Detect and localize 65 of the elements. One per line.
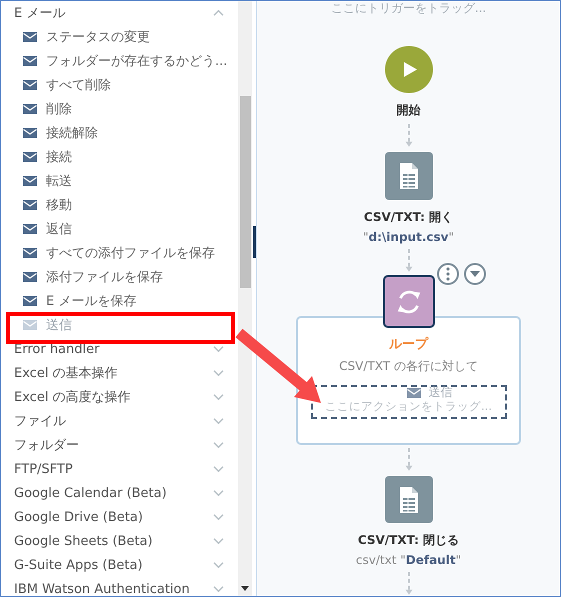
loop-title: ループ <box>389 336 428 354</box>
envelope-icon <box>23 320 37 330</box>
category-item[interactable]: G-Suite Apps (Beta) <box>1 553 238 577</box>
action-item[interactable]: 転送 <box>1 169 238 193</box>
dragged-item-label: 送信 <box>428 384 452 402</box>
resize-handle[interactable] <box>253 226 256 258</box>
category-item[interactable]: Google Calendar (Beta) <box>1 481 238 505</box>
category-item[interactable]: Excel の基本操作 <box>1 361 238 385</box>
action-item[interactable]: すべての添付ファイルを保存 <box>1 241 238 265</box>
action-item[interactable]: ステータスの変更 <box>1 25 238 49</box>
action-item[interactable]: 接続 <box>1 145 238 169</box>
more-icon <box>446 267 450 282</box>
action-item[interactable]: E メールを保存 <box>1 289 238 313</box>
category-item[interactable]: フォルダー <box>1 433 238 457</box>
connector-arrow <box>404 572 412 596</box>
action-item[interactable]: 削除 <box>1 97 238 121</box>
drop-placeholder: ここにアクションをトラッグ... <box>325 399 492 414</box>
scroll-down-arrow-icon[interactable] <box>241 586 249 591</box>
connector-arrow <box>404 248 412 272</box>
envelope-icon <box>23 224 37 234</box>
connector-arrow <box>404 448 412 472</box>
category-item[interactable]: Excel の高度な操作 <box>1 385 238 409</box>
category-item[interactable]: IBM Watson Authentication <box>1 577 238 596</box>
dropdown-button[interactable] <box>464 263 486 286</box>
action-tile[interactable] <box>384 476 432 524</box>
envelope-icon <box>23 56 37 66</box>
envelope-icon <box>23 152 37 162</box>
loop-tile[interactable] <box>382 275 434 328</box>
step-parameter: csv/txt "Default" <box>356 553 462 568</box>
action-item[interactable]: すべて削除 <box>1 73 238 97</box>
scrollbar-thumb[interactable] <box>240 96 251 288</box>
step-title: CSV/TXT: 開く <box>364 208 454 226</box>
category-item[interactable]: Google Drive (Beta) <box>1 505 238 529</box>
loop-container[interactable]: ループ CSV/TXT の各行に対して 送信 ここにアクションをトラッグ... <box>296 316 521 446</box>
action-item[interactable]: 接続解除 <box>1 121 238 145</box>
envelope-icon <box>23 248 37 258</box>
category-item[interactable]: Google Sheets (Beta) <box>1 529 238 553</box>
envelope-icon <box>23 200 37 210</box>
category-item[interactable]: FTP/SFTP <box>1 457 238 481</box>
envelope-icon <box>406 388 420 398</box>
category-item[interactable]: ファイル <box>1 409 238 433</box>
play-icon <box>403 61 418 78</box>
action-item[interactable]: フォルダーが存在するかどう... <box>1 49 238 73</box>
connector-arrow <box>404 124 412 148</box>
envelope-icon <box>23 176 37 186</box>
step-parameter: "d:\input.csv" <box>363 230 454 244</box>
envelope-icon <box>23 128 37 138</box>
category-item[interactable]: E メール <box>1 1 238 25</box>
action-tile[interactable] <box>384 152 432 200</box>
action-item[interactable]: 移動 <box>1 193 238 217</box>
loop-description: CSV/TXT の各行に対して <box>339 358 478 376</box>
scrollbar[interactable] <box>238 1 252 596</box>
more-button[interactable] <box>437 263 459 286</box>
step-title: 開始 <box>396 102 420 120</box>
category-item[interactable]: Error handler <box>1 337 238 361</box>
envelope-icon <box>23 104 37 114</box>
action-item[interactable]: 返信 <box>1 217 238 241</box>
envelope-icon <box>23 80 37 90</box>
step-title: CSV/TXT: 閉じる <box>358 532 460 550</box>
start-button[interactable] <box>384 46 432 94</box>
envelope-icon <box>23 32 37 42</box>
action-item[interactable]: 添付ファイルを保存 <box>1 265 238 289</box>
envelope-icon <box>23 296 37 306</box>
envelope-icon <box>23 272 37 282</box>
caret-down-icon <box>470 271 480 278</box>
